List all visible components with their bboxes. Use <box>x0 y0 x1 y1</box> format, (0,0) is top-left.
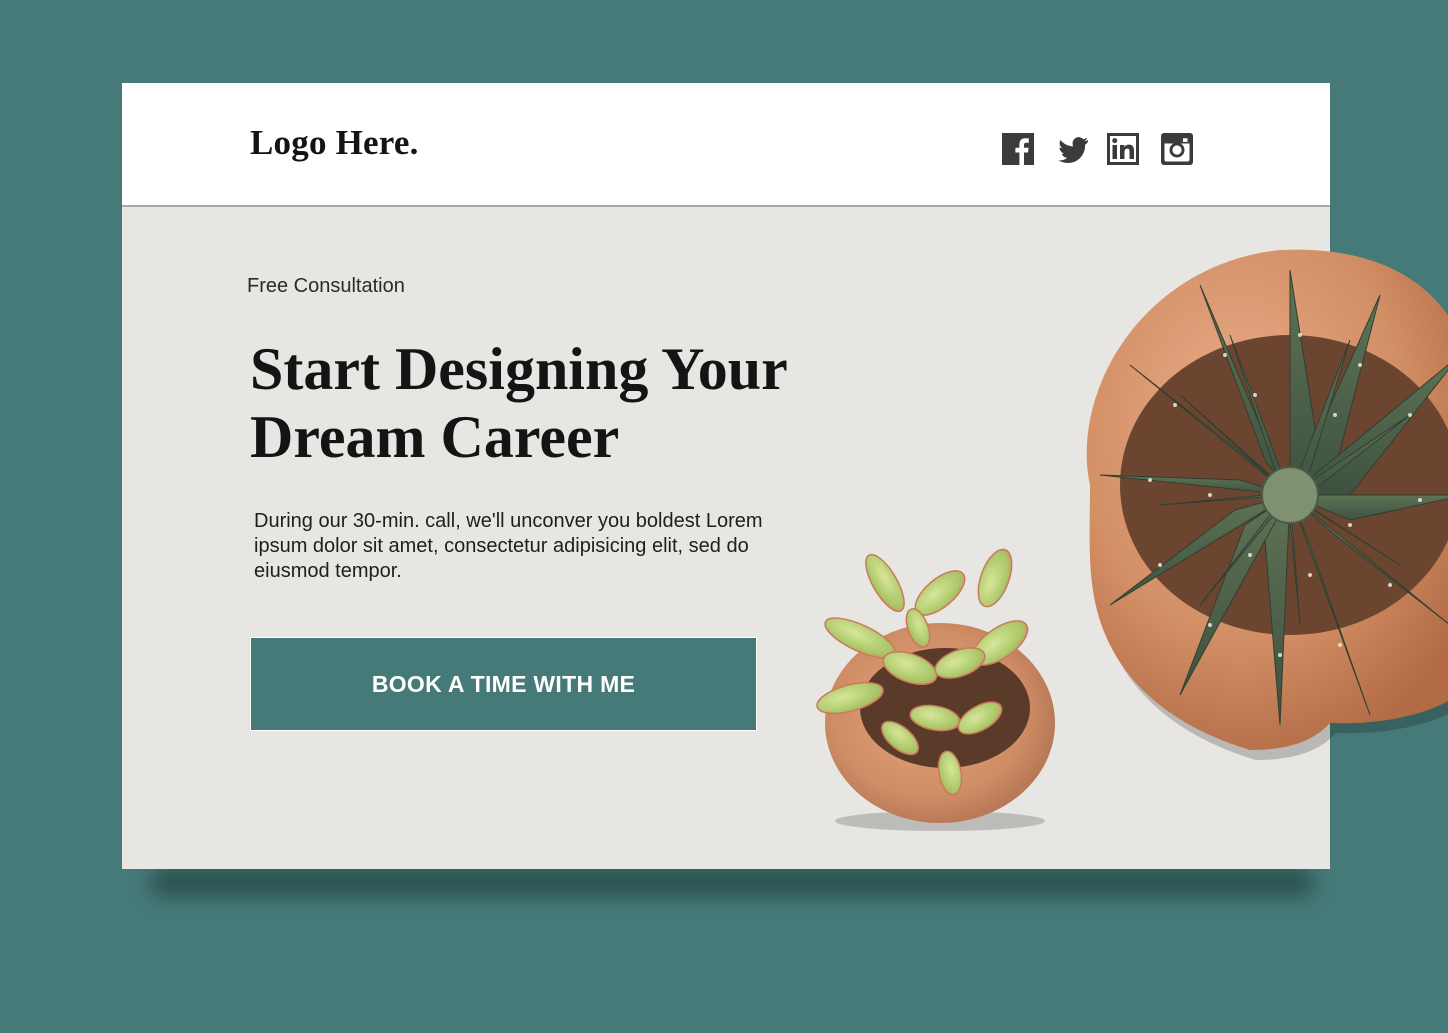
headline-line-1: Start Designing Your <box>250 336 788 402</box>
instagram-icon[interactable] <box>1161 133 1193 165</box>
card-shadow <box>152 868 1312 896</box>
facebook-icon[interactable] <box>1002 133 1034 165</box>
book-time-button[interactable]: BOOK A TIME WITH ME <box>250 637 757 731</box>
twitter-icon[interactable] <box>1057 133 1089 165</box>
site-header: Logo Here. <box>122 83 1330 207</box>
hero-description: During our 30-min. call, we'll unconver … <box>254 510 763 582</box>
eyebrow-text: Free Consultation <box>247 275 405 297</box>
logo[interactable]: Logo Here. <box>250 123 419 163</box>
headline-line-2: Dream Career <box>250 404 620 470</box>
linkedin-icon[interactable] <box>1107 133 1139 165</box>
small-succulent-image <box>816 548 1055 831</box>
page-title: Start Designing Your Dream Career <box>250 335 870 471</box>
large-succulent-image <box>1086 249 1448 760</box>
landing-card: Logo Here. Free Consultation Start Desig… <box>122 83 1448 869</box>
